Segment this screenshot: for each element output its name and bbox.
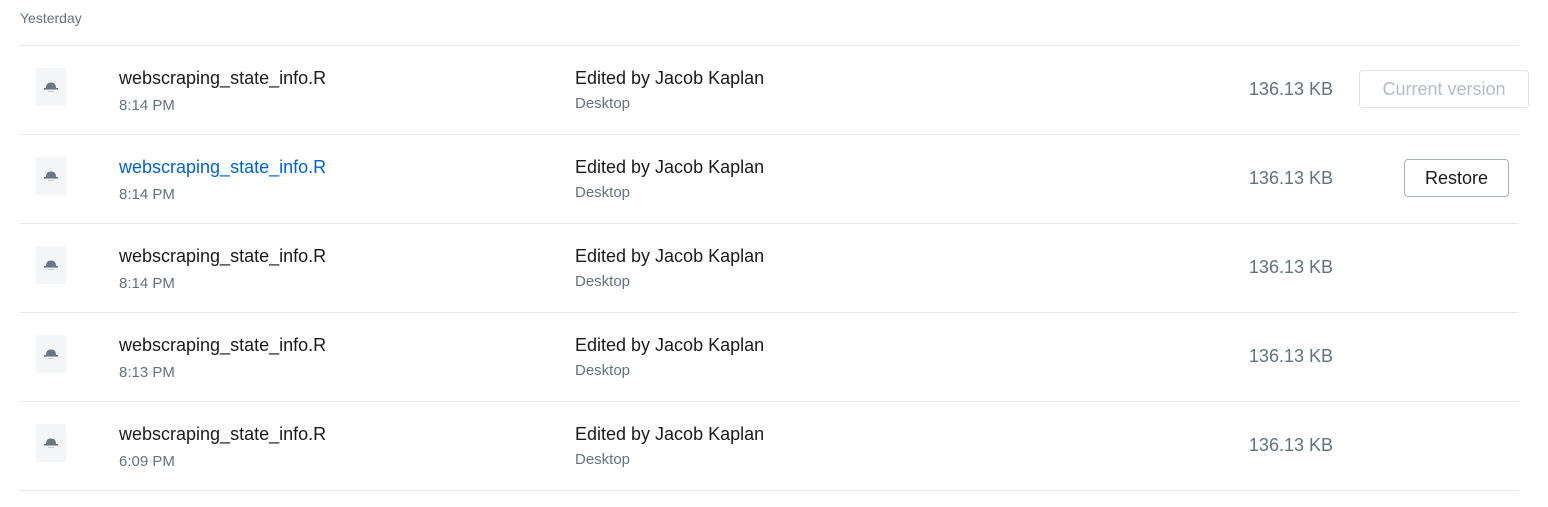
version-editor: Edited by Jacob Kaplan xyxy=(575,68,765,88)
version-time: 8:14 PM xyxy=(119,186,175,203)
version-size: 136.13 KB xyxy=(1248,435,1333,455)
version-time: 8:13 PM xyxy=(119,364,175,381)
version-editor: Edited by Jacob Kaplan xyxy=(575,335,765,355)
version-row[interactable]: webscraping_state_info.R 8:14 PM Edited … xyxy=(20,224,1519,313)
version-filename: webscraping_state_info.R xyxy=(119,68,327,88)
version-editor: Edited by Jacob Kaplan xyxy=(575,246,765,266)
r-file-icon xyxy=(36,246,66,284)
r-file-icon xyxy=(36,157,66,195)
version-filename-link[interactable]: webscraping_state_info.R xyxy=(119,157,326,178)
version-size: 136.13 KB xyxy=(1248,168,1333,188)
section-label: Yesterday xyxy=(20,10,82,26)
r-file-icon xyxy=(36,424,66,462)
version-filename: webscraping_state_info.R xyxy=(119,424,327,444)
version-size: 136.13 KB xyxy=(1248,257,1333,277)
version-history: Yesterday webscraping_state_info.R 8:14 … xyxy=(0,0,1548,507)
version-list: webscraping_state_info.R 8:14 PM Edited … xyxy=(20,45,1529,491)
r-file-icon xyxy=(36,335,66,373)
version-editor: Edited by Jacob Kaplan xyxy=(575,424,765,444)
version-time: 6:09 PM xyxy=(119,453,175,470)
version-filename: webscraping_state_info.R xyxy=(119,246,327,266)
current-version-button: Current version xyxy=(1359,70,1529,108)
version-device: Desktop xyxy=(575,273,631,290)
version-device: Desktop xyxy=(575,184,631,201)
version-device: Desktop xyxy=(575,451,631,468)
version-size: 136.13 KB xyxy=(1248,79,1333,99)
version-size: 136.13 KB xyxy=(1248,346,1333,366)
version-row[interactable]: webscraping_state_info.R 8:13 PM Edited … xyxy=(20,313,1519,402)
version-row[interactable]: webscraping_state_info.R 6:09 PM Edited … xyxy=(20,402,1519,491)
version-time: 8:14 PM xyxy=(119,97,175,114)
restore-button[interactable]: Restore xyxy=(1404,159,1509,197)
version-filename: webscraping_state_info.R xyxy=(119,335,327,355)
version-device: Desktop xyxy=(575,362,631,379)
version-row: webscraping_state_info.R 8:14 PM Edited … xyxy=(20,46,1529,135)
version-row: webscraping_state_info.R 8:14 PM Edited … xyxy=(20,135,1519,224)
version-device: Desktop xyxy=(575,95,631,112)
version-editor: Edited by Jacob Kaplan xyxy=(575,157,765,177)
version-time: 8:14 PM xyxy=(119,275,175,292)
r-file-icon xyxy=(36,68,66,106)
